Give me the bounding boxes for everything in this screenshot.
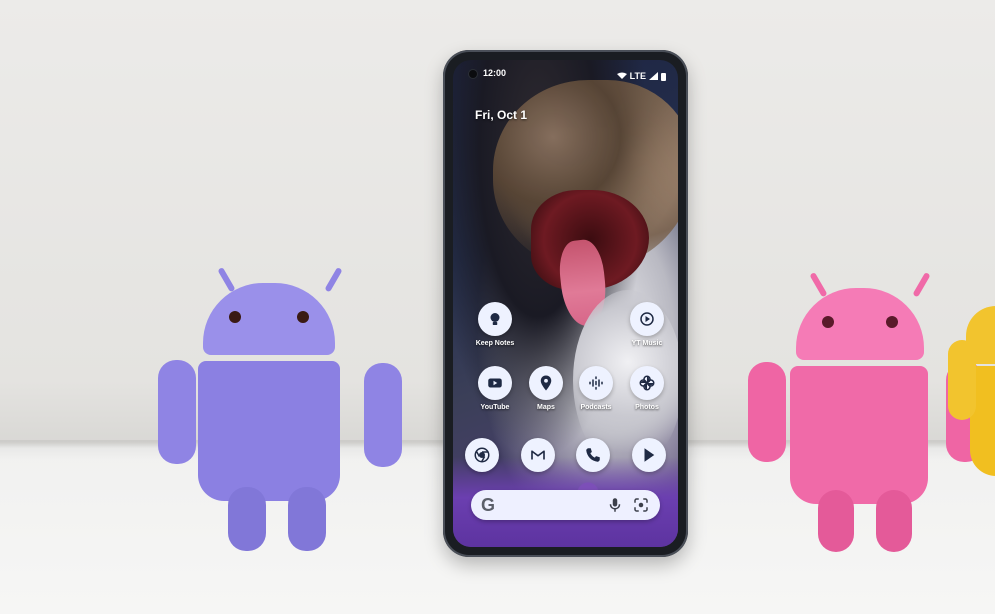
- mic-icon[interactable]: [606, 496, 624, 514]
- pink-antenna-right: [912, 271, 931, 298]
- app-label: YouTube: [480, 404, 510, 411]
- status-bar: 12:00 LTE: [453, 68, 678, 84]
- pink-head: [796, 288, 924, 360]
- app-label: YT Music: [631, 340, 663, 347]
- purple-leg-right: [288, 487, 326, 551]
- app-dock: [465, 438, 666, 472]
- youtube-icon: [478, 366, 512, 400]
- purple-head: [203, 283, 335, 355]
- chrome-icon[interactable]: [465, 438, 499, 472]
- phone-device: 12:00 LTE Fri, Oct 1 Keep Notes YT Music…: [443, 50, 688, 557]
- scene: 12:00 LTE Fri, Oct 1 Keep Notes YT Music…: [0, 0, 995, 614]
- app-label: Keep Notes: [475, 340, 515, 347]
- pinwheel-icon: [630, 366, 664, 400]
- phone-screen: 12:00 LTE Fri, Oct 1 Keep Notes YT Music…: [453, 60, 678, 547]
- status-time: 12:00: [483, 68, 507, 78]
- google-search-bar[interactable]: G: [471, 490, 660, 520]
- purple-body: [198, 361, 340, 501]
- map-pin-icon: [529, 366, 563, 400]
- purple-eye-left: [229, 311, 241, 323]
- wifi-icon: [616, 72, 627, 79]
- yellow-android-figure-partial: [948, 270, 995, 490]
- purple-leg-left: [228, 487, 266, 551]
- gmail-icon[interactable]: [520, 438, 555, 472]
- purple-antenna-right: [324, 266, 343, 293]
- podcasts-icon: [579, 366, 613, 400]
- status-right: LTE: [616, 68, 666, 84]
- purple-eye-right: [297, 311, 309, 323]
- signal-icon: [649, 72, 658, 80]
- pink-arm-left: [748, 362, 786, 462]
- play-store-icon[interactable]: [631, 438, 666, 472]
- app-photos[interactable]: Photos: [617, 366, 677, 411]
- yellow-arm: [948, 340, 976, 420]
- lockscreen-date: Fri, Oct 1: [475, 108, 528, 122]
- purple-arm-right: [364, 363, 402, 467]
- pink-body: [790, 366, 928, 504]
- app-keep-notes[interactable]: Keep Notes: [465, 302, 525, 347]
- bulb-icon: [478, 302, 512, 336]
- purple-arm-left: [158, 360, 196, 464]
- purple-android-figure: [158, 265, 408, 555]
- pink-eye-left: [822, 316, 834, 328]
- battery-icon: [661, 72, 666, 81]
- google-logo: G: [481, 494, 496, 515]
- pink-eye-right: [886, 316, 898, 328]
- app-label: Photos: [635, 404, 659, 411]
- lens-icon[interactable]: [632, 496, 650, 514]
- app-yt-music[interactable]: YT Music: [617, 302, 677, 347]
- app-label: Podcasts: [580, 404, 612, 411]
- pink-leg-left: [818, 490, 854, 552]
- purple-antenna-left: [217, 266, 236, 293]
- phone-icon[interactable]: [576, 438, 611, 472]
- app-label: Maps: [537, 404, 555, 411]
- network-type: LTE: [629, 71, 646, 81]
- pink-leg-right: [876, 490, 912, 552]
- pink-antenna-left: [809, 271, 828, 298]
- music-play-icon: [630, 302, 664, 336]
